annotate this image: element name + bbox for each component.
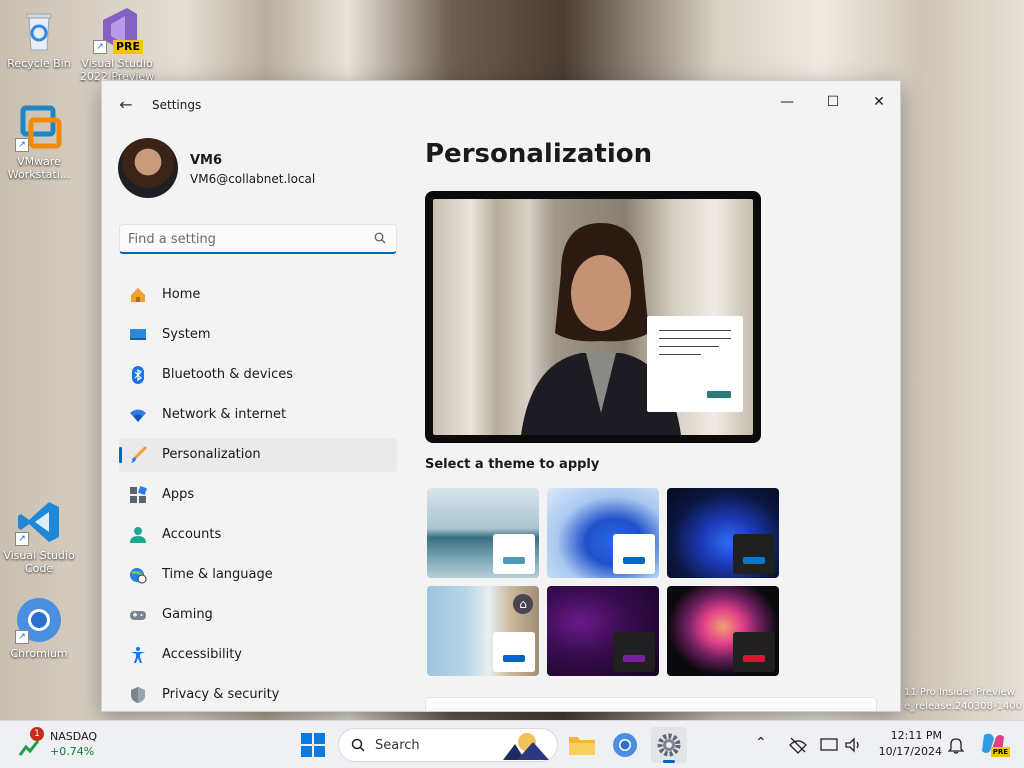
- accessibility-icon: [131, 647, 145, 663]
- theme-tile-5[interactable]: [547, 586, 659, 676]
- app-title: Settings: [152, 98, 202, 112]
- notification-bell-icon[interactable]: [948, 736, 964, 754]
- taskbar-search[interactable]: Search: [338, 728, 558, 762]
- start-button[interactable]: [295, 727, 331, 763]
- wifi-icon: [130, 409, 146, 422]
- settings-window: ← Settings — ☐ ✕ VM6 VM6@collabnet.local…: [101, 80, 901, 712]
- close-button[interactable]: ✕: [856, 87, 900, 117]
- gear-icon: [657, 733, 681, 757]
- theme-section-heading: Select a theme to apply: [425, 457, 600, 472]
- volume-icon[interactable]: [844, 736, 862, 754]
- title-bar[interactable]: ← Settings — ☐ ✕: [102, 81, 900, 129]
- shortcut-arrow-icon: ↗: [15, 532, 29, 546]
- pre-badge: PRE: [112, 40, 143, 54]
- theme-tile-6[interactable]: [667, 586, 779, 676]
- tile-preview-card: [733, 534, 775, 574]
- sidebar-item-gaming[interactable]: Gaming: [119, 598, 397, 632]
- show-hidden-icons-button[interactable]: ⌃: [755, 735, 767, 751]
- settings-search[interactable]: [119, 224, 397, 254]
- vmware-icon: ↗: [15, 104, 63, 152]
- taskbar-file-explorer[interactable]: [564, 727, 600, 763]
- theme-tile-3[interactable]: [667, 488, 779, 578]
- sidebar-item-time-language[interactable]: Time & language: [119, 558, 397, 592]
- gamepad-icon: [130, 611, 146, 620]
- brush-icon: [131, 446, 147, 463]
- recycle-bin-icon: [15, 6, 63, 54]
- sidebar-item-system[interactable]: System: [119, 318, 397, 352]
- os-watermark: 11 Pro Insider Preview e_release.240308-…: [904, 687, 1023, 712]
- shortcut-arrow-icon: ↗: [93, 40, 107, 54]
- preview-window-card: [647, 316, 743, 412]
- clock-date: 10/17/2024: [878, 745, 942, 758]
- apps-icon: [130, 486, 147, 503]
- settings-card[interactable]: [425, 697, 877, 711]
- stock-name: NASDAQ: [50, 730, 98, 743]
- home-icon: [131, 288, 145, 302]
- vscode-icon: ↗: [15, 498, 63, 546]
- sidebar-item-accessibility[interactable]: Accessibility: [119, 638, 397, 672]
- back-arrow-icon[interactable]: ←: [116, 95, 136, 115]
- desktop-icon-recycle-bin[interactable]: Recycle Bin: [1, 6, 77, 70]
- maximize-button[interactable]: ☐: [810, 87, 856, 117]
- theme-selected-icon: ⌂: [513, 594, 533, 614]
- tile-preview-card: [493, 534, 535, 574]
- search-highlight-icon: [503, 733, 549, 760]
- search-icon: [374, 232, 386, 244]
- folder-icon: [569, 737, 595, 755]
- theme-tile-4[interactable]: ⌂: [427, 586, 539, 676]
- sidebar-item-apps[interactable]: Apps: [119, 478, 397, 512]
- shield-icon: [131, 687, 145, 703]
- sidebar-item-personalization[interactable]: Personalization: [119, 438, 397, 472]
- tile-preview-card: [613, 632, 655, 672]
- theme-tile-1[interactable]: [427, 488, 539, 578]
- stock-change: +0.74%: [50, 745, 95, 758]
- active-app-indicator: [663, 760, 675, 763]
- chromium-icon: ↗: [15, 596, 63, 644]
- globe-clock-icon: [130, 568, 147, 584]
- sidebar-item-home[interactable]: Home: [119, 278, 397, 312]
- display-icon[interactable]: [820, 736, 838, 754]
- windows-logo-icon: [301, 733, 325, 757]
- stock-badge: 1: [30, 727, 44, 741]
- user-name: VM6: [190, 153, 223, 168]
- user-email: VM6@collabnet.local: [190, 172, 316, 186]
- taskbar-settings[interactable]: [651, 727, 687, 763]
- tile-preview-card: [733, 632, 775, 672]
- desktop-icon-vmware[interactable]: ↗ VMware Workstati...: [1, 104, 77, 181]
- sidebar-item-bluetooth[interactable]: Bluetooth & devices: [119, 358, 397, 392]
- desktop-icon-vscode[interactable]: ↗ Visual Studio Code: [1, 498, 77, 575]
- theme-preview: [425, 191, 761, 443]
- sidebar-item-accounts[interactable]: Accounts: [119, 518, 397, 552]
- accounts-icon: [130, 527, 146, 543]
- tile-preview-card: [613, 534, 655, 574]
- system-icon: [130, 329, 146, 340]
- clock[interactable]: 12:11 PM 10/17/2024: [870, 729, 942, 758]
- chromium-icon: [613, 733, 637, 757]
- shortcut-arrow-icon: ↗: [15, 630, 29, 644]
- desktop-icon-visual-studio-2022[interactable]: PRE ↗ Visual Studio 2022 Preview: [79, 6, 155, 83]
- visual-studio-icon: PRE ↗: [93, 6, 143, 54]
- theme-tile-2[interactable]: [547, 488, 659, 578]
- sidebar-item-privacy[interactable]: Privacy & security: [119, 678, 397, 711]
- pre-badge: PRE: [990, 747, 1010, 757]
- search-input[interactable]: [128, 229, 363, 249]
- desktop-icon-chromium[interactable]: ↗ Chromium: [1, 596, 77, 660]
- wallpaper-preview: [433, 199, 753, 435]
- bluetooth-icon: [132, 366, 144, 384]
- minimize-button[interactable]: —: [764, 87, 810, 117]
- taskbar: 1 NASDAQ +0.74% Search ⌃ 12:11 PM 10/17/…: [0, 720, 1024, 768]
- taskbar-chromium[interactable]: [607, 727, 643, 763]
- shortcut-arrow-icon: ↗: [15, 138, 29, 152]
- clock-time: 12:11 PM: [890, 729, 942, 742]
- tile-preview-card: [493, 632, 535, 672]
- stock-widget[interactable]: 1 NASDAQ +0.74%: [18, 727, 118, 763]
- page-title: Personalization: [425, 139, 653, 169]
- sidebar-item-network[interactable]: Network & internet: [119, 398, 397, 432]
- preview-accent-button: [707, 391, 731, 398]
- avatar[interactable]: [118, 138, 178, 198]
- network-disconnected-icon[interactable]: [789, 736, 807, 754]
- copilot-button[interactable]: PRE: [980, 731, 1010, 757]
- search-icon: [351, 738, 365, 752]
